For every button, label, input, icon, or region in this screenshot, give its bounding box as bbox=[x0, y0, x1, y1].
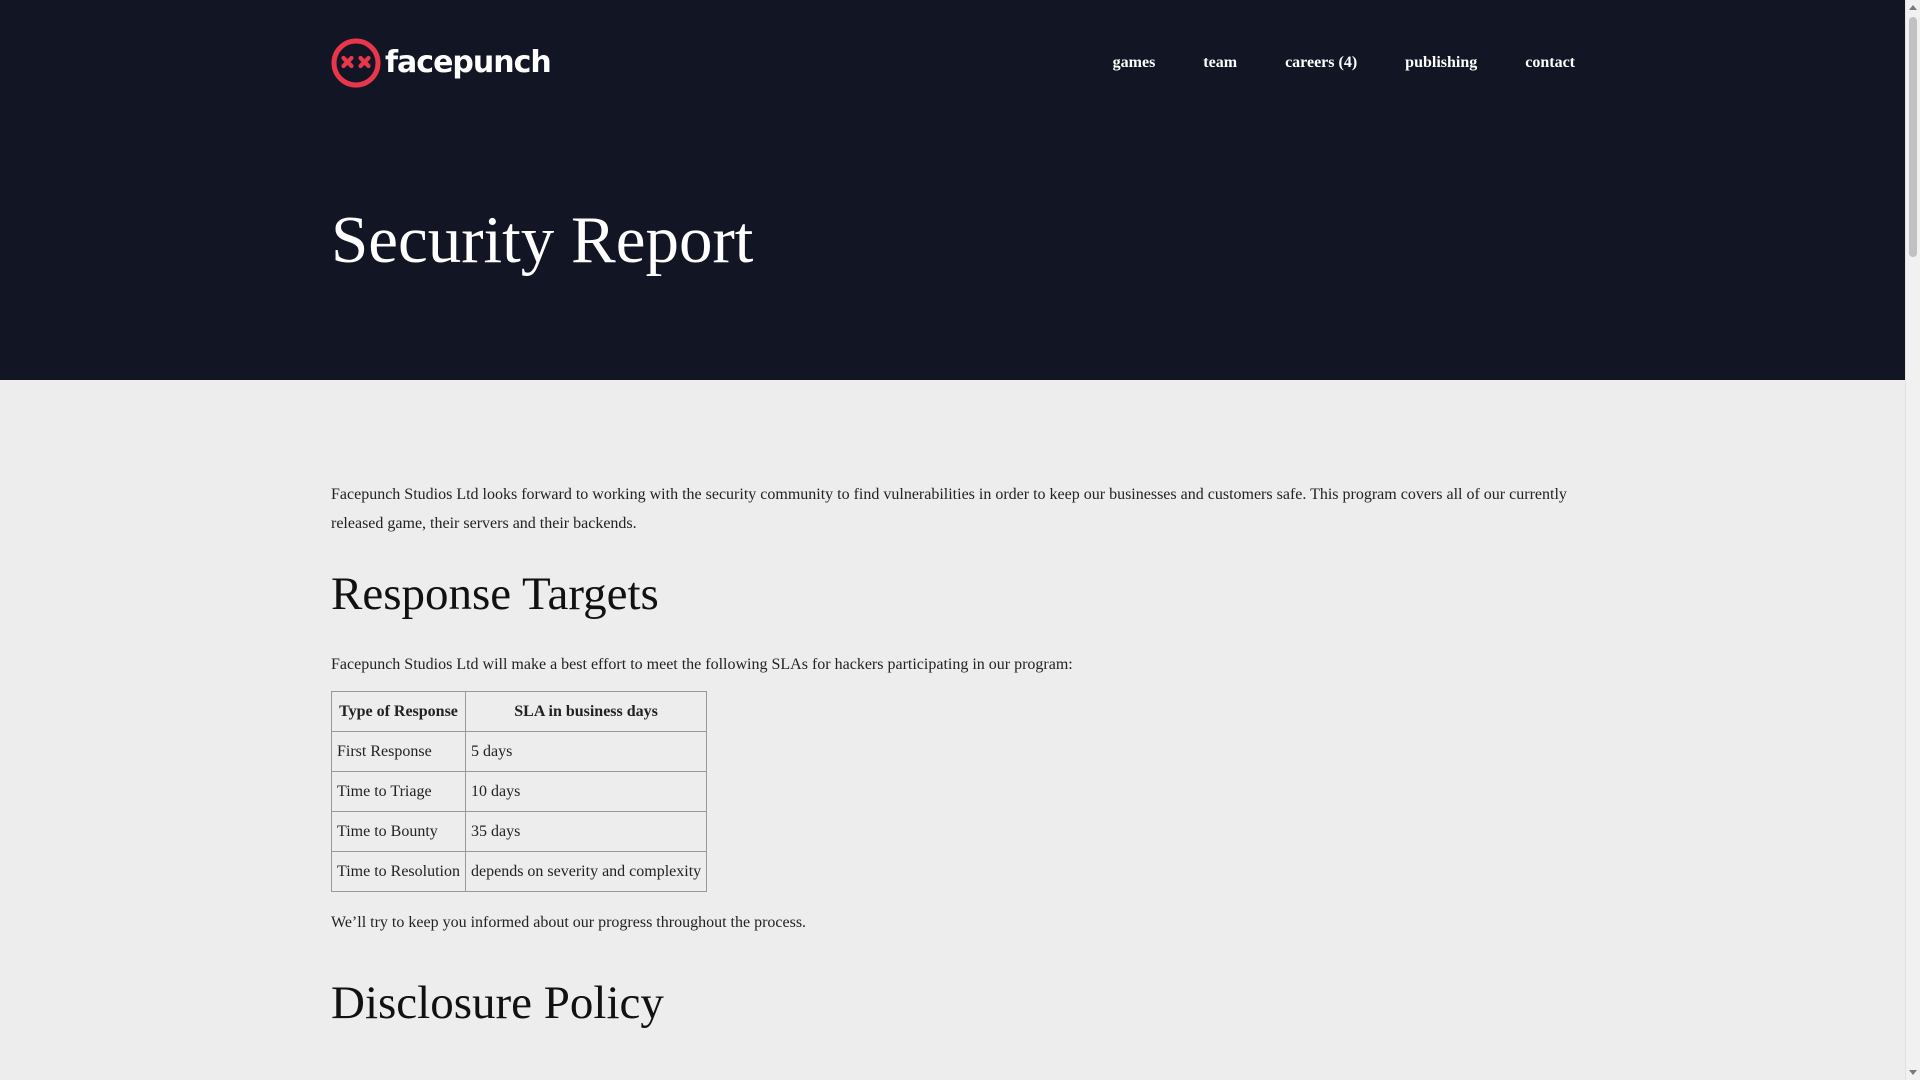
intro-paragraph: Facepunch Studios Ltd looks forward to w… bbox=[331, 486, 1567, 532]
vertical-scrollbar[interactable] bbox=[1905, 0, 1920, 1080]
nav-link-games[interactable]: games bbox=[1113, 54, 1156, 71]
table-cell: 35 days bbox=[464, 811, 708, 852]
nav-item-games: games bbox=[1113, 54, 1156, 72]
table-cell: Time to Resolution bbox=[331, 851, 466, 892]
nav-menu: games team careers (4) publishing contac… bbox=[1065, 36, 1575, 90]
sla-intro-paragraph: Facepunch Studios Ltd will make a best e… bbox=[331, 656, 1073, 673]
scrollbar-thumb[interactable] bbox=[1909, 17, 1917, 257]
hero-header: facepunch games team careers (4) publish… bbox=[0, 0, 1905, 380]
top-nav: facepunch games team careers (4) publish… bbox=[331, 36, 1575, 90]
nav-link-publishing[interactable]: publishing bbox=[1405, 54, 1477, 71]
facepunch-logo-icon bbox=[331, 38, 381, 88]
nav-item-careers: careers (4) bbox=[1285, 54, 1357, 72]
table-cell: 10 days bbox=[464, 771, 708, 812]
table-row: Time to Resolution depends on severity a… bbox=[331, 851, 708, 892]
nav-link-contact[interactable]: contact bbox=[1525, 54, 1575, 71]
scroll-up-arrow-icon[interactable] bbox=[1909, 5, 1917, 10]
table-row: Time to Triage 10 days bbox=[331, 771, 708, 812]
logo-wordmark: facepunch bbox=[385, 45, 552, 80]
nav-link-careers[interactable]: careers (4) bbox=[1285, 54, 1357, 71]
page-title: Security Report bbox=[331, 203, 754, 277]
page: facepunch games team careers (4) publish… bbox=[0, 0, 1905, 1080]
logo-link[interactable]: facepunch bbox=[331, 37, 552, 89]
table-header-cell: SLA in business days bbox=[464, 691, 708, 732]
nav-item-publishing: publishing bbox=[1405, 54, 1477, 72]
table-header-cell: Type of Response bbox=[331, 691, 466, 732]
progress-note-paragraph: We’ll try to keep you informed about our… bbox=[331, 914, 807, 931]
main-content: Facepunch Studios Ltd looks forward to w… bbox=[331, 480, 1575, 1031]
disclosure-policy-heading: Disclosure Policy bbox=[331, 977, 664, 1029]
table-cell: First Response bbox=[331, 731, 466, 772]
table-cell: 5 days bbox=[464, 731, 708, 772]
table-row: Time to Bounty 35 days bbox=[331, 811, 708, 852]
table-cell: Time to Bounty bbox=[331, 811, 466, 852]
table-row: First Response 5 days bbox=[331, 731, 708, 772]
table-header-row: Type of Response SLA in business days bbox=[331, 691, 708, 732]
nav-link-team[interactable]: team bbox=[1203, 54, 1237, 71]
table-cell: depends on severity and complexity bbox=[464, 851, 708, 892]
nav-item-contact: contact bbox=[1525, 54, 1575, 72]
response-targets-heading: Response Targets bbox=[331, 568, 659, 620]
sla-table: Type of Response SLA in business days Fi… bbox=[331, 691, 708, 892]
nav-item-team: team bbox=[1203, 54, 1237, 72]
scroll-down-arrow-icon[interactable] bbox=[1909, 1070, 1917, 1075]
table-cell: Time to Triage bbox=[331, 771, 466, 812]
